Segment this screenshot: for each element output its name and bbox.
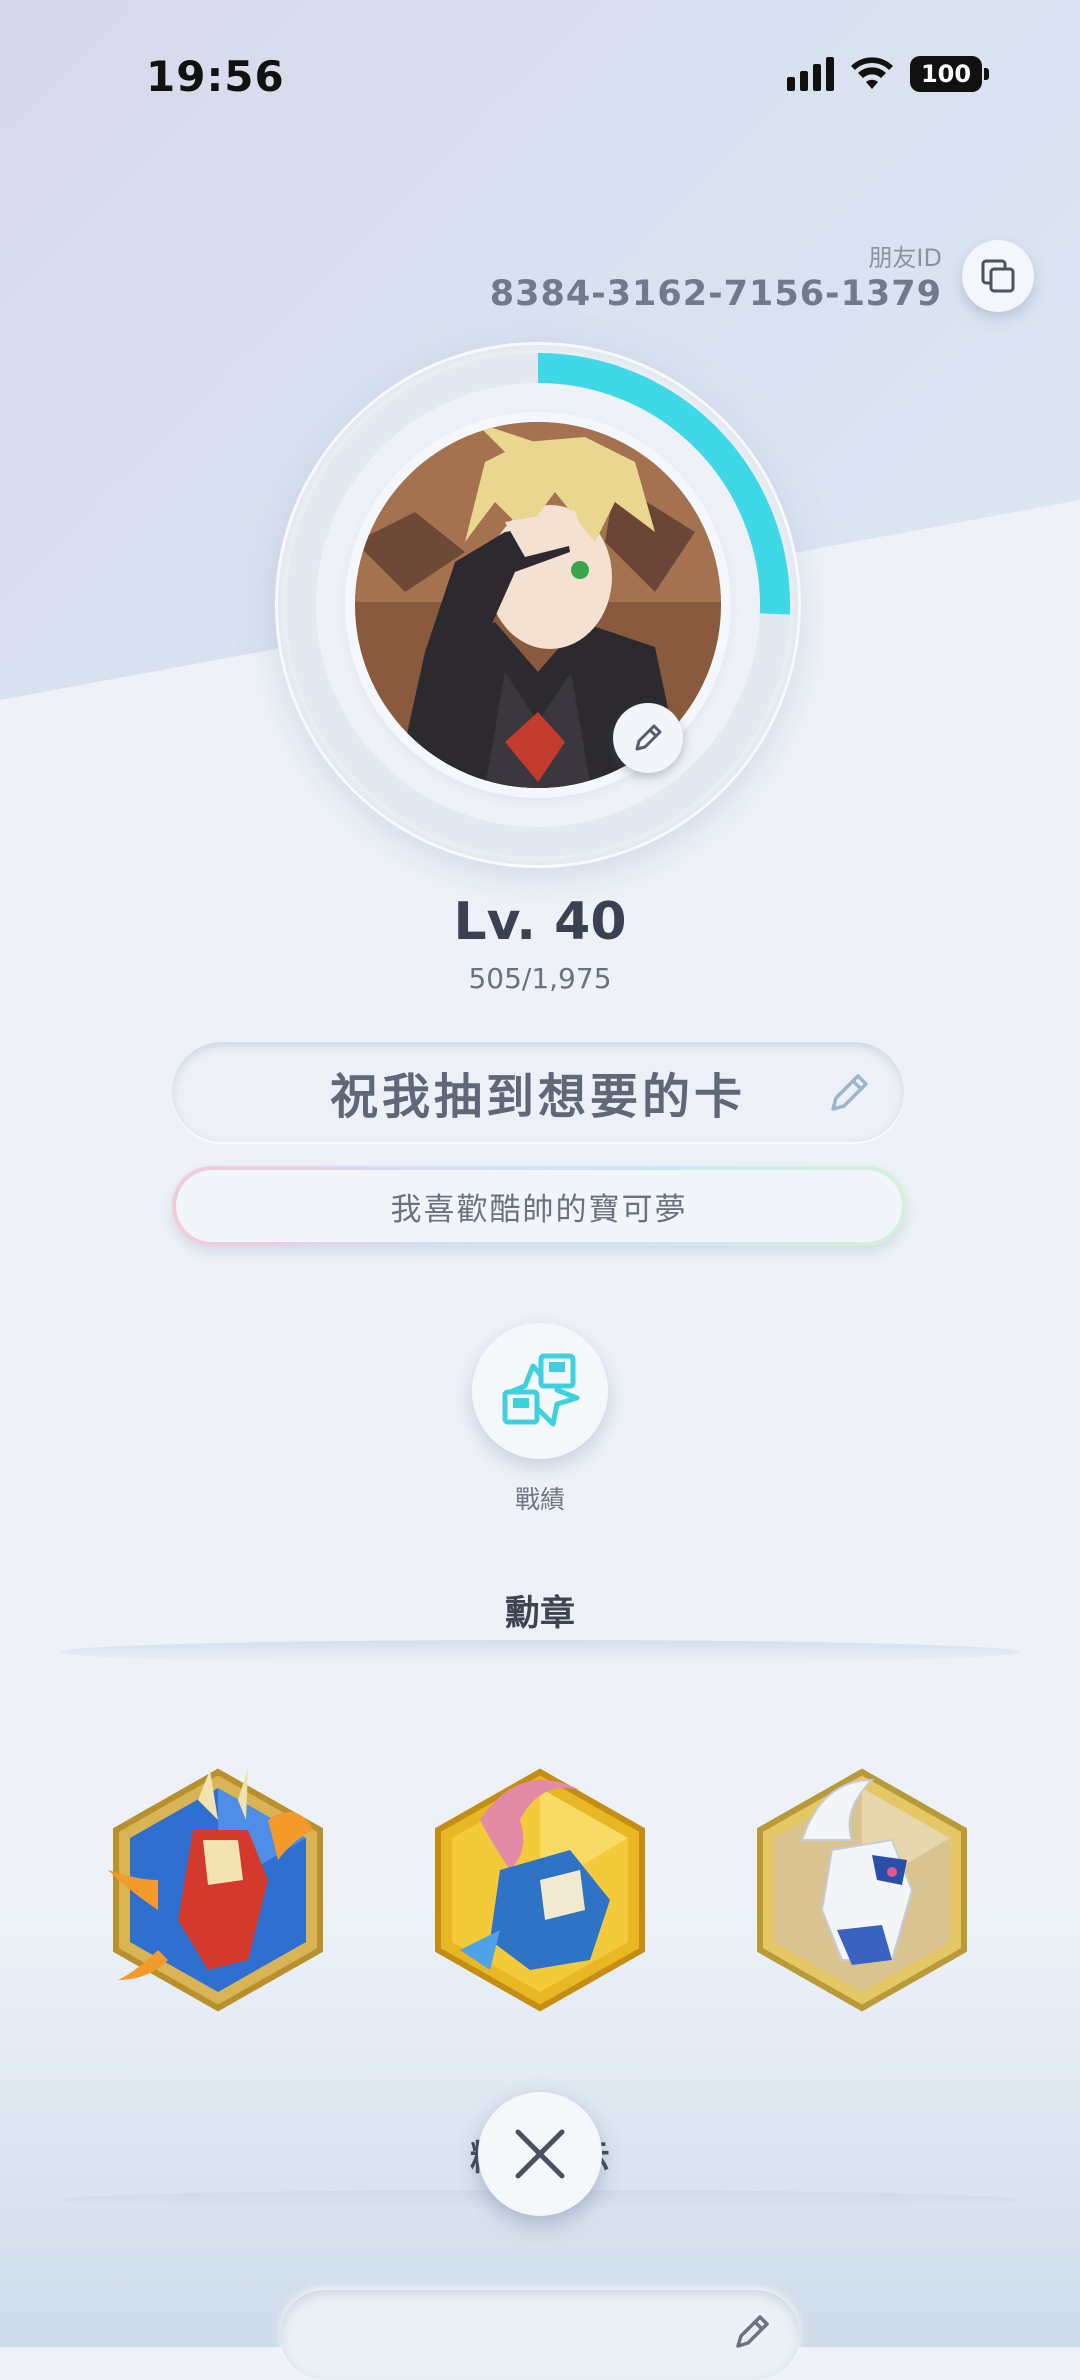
showcase-card[interactable] <box>280 2290 800 2380</box>
status-time: 19:56 <box>146 52 285 101</box>
player-level: Lv. 40 <box>453 892 627 952</box>
title-badge[interactable]: 我喜歡酷帥的寶可夢 <box>172 1166 906 1246</box>
close-icon <box>515 2129 565 2179</box>
motto-field[interactable]: 祝我抽到想要的卡 <box>172 1042 904 1142</box>
edit-avatar-button[interactable] <box>613 703 683 773</box>
motto-text: 祝我抽到想要的卡 <box>329 1069 746 1125</box>
medal-lugia[interactable] <box>742 1760 982 2020</box>
friend-id-label: 朋友ID <box>868 244 942 272</box>
close-button[interactable] <box>478 2092 602 2216</box>
battle-record-icon <box>502 1353 580 1427</box>
battery-icon: 100 <box>910 56 989 92</box>
lugia-medal-icon <box>757 1768 967 2012</box>
medal-greninja[interactable] <box>420 1760 660 2020</box>
status-icons: 100 <box>787 56 989 92</box>
title-badge-text: 我喜歡酷帥的寶可夢 <box>176 1170 902 1242</box>
medal-blaziken[interactable] <box>98 1760 338 2020</box>
cellular-signal-icon <box>787 57 834 91</box>
wifi-icon <box>851 57 893 89</box>
experience-points: 505/1,975 <box>468 962 612 995</box>
blaziken-medal-icon <box>108 1768 323 2012</box>
friend-id-value: 8384-3162-7156-1379 <box>489 274 942 314</box>
edit-showcase-icon[interactable] <box>730 2310 774 2354</box>
copy-friend-id-button[interactable] <box>962 240 1034 312</box>
pencil-icon <box>635 724 662 751</box>
battle-record-button[interactable] <box>472 1323 608 1459</box>
greninja-medal-icon <box>435 1768 645 2012</box>
edit-motto-icon[interactable] <box>824 1068 874 1118</box>
battle-record-label: 戰績 <box>514 1485 565 1514</box>
medals-heading: 勳章 <box>504 1594 575 1634</box>
medals-shelf <box>60 1640 1020 1664</box>
copy-icon <box>981 259 1015 293</box>
